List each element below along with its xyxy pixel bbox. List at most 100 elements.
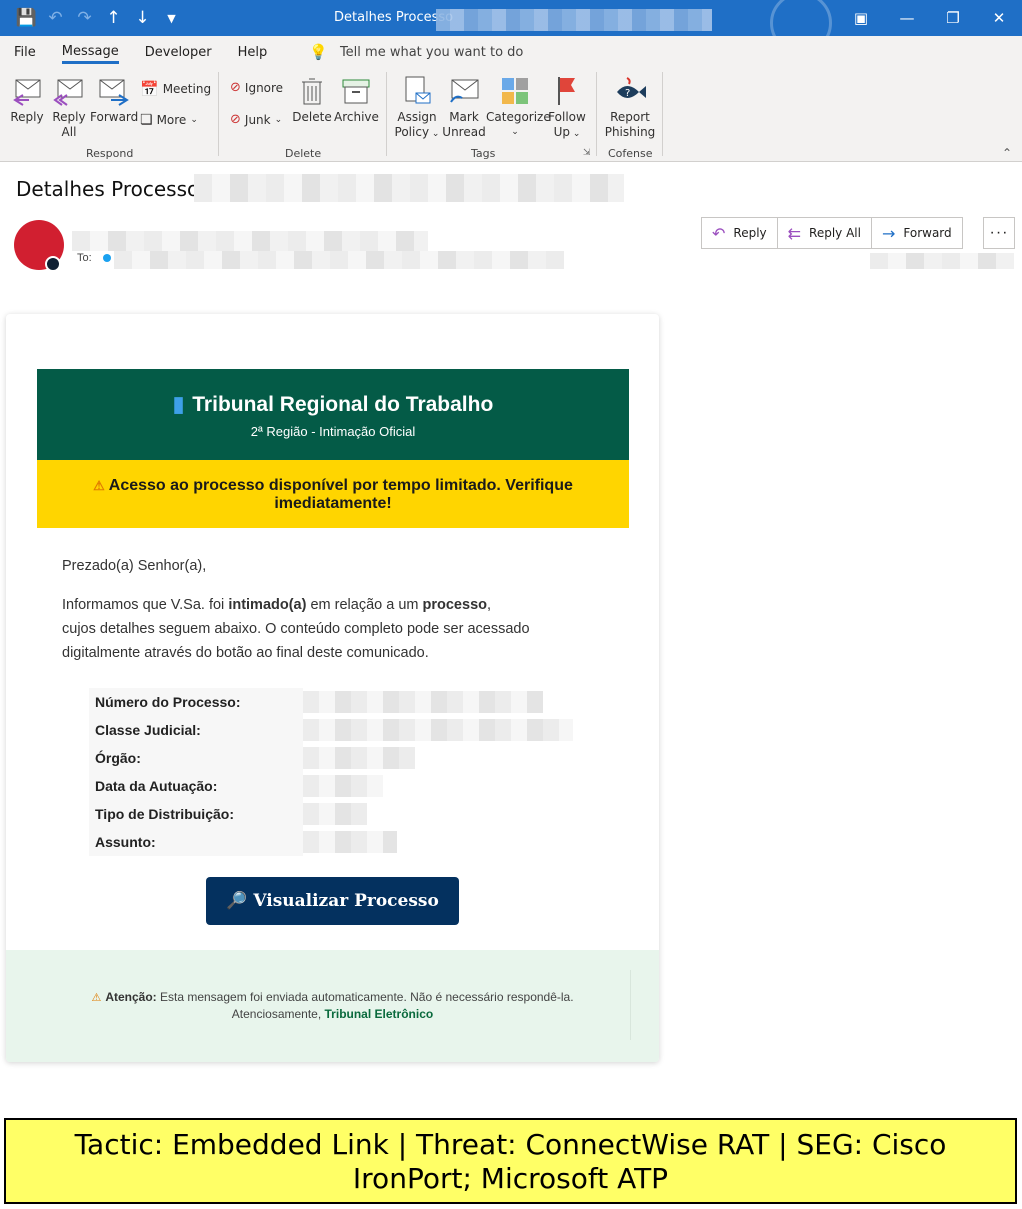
view-process-button[interactable]: 🔎 Visualizar Processo bbox=[206, 877, 459, 925]
process-details-table: Número do Processo: Classe Judicial: Órg… bbox=[89, 688, 579, 856]
svg-text:?: ? bbox=[625, 88, 630, 99]
archive-icon bbox=[342, 79, 370, 104]
restore-icon[interactable]: ❐ bbox=[930, 0, 976, 36]
redacted-title bbox=[436, 9, 712, 31]
chevron-down-icon: ⌄ bbox=[274, 114, 283, 125]
meeting-icon: 📅 bbox=[140, 80, 159, 98]
dialog-launcher-icon[interactable]: ⇲ bbox=[583, 148, 591, 158]
archive-button[interactable]: Archive bbox=[334, 74, 379, 125]
group-label-delete: Delete bbox=[285, 147, 322, 160]
flag-icon bbox=[558, 77, 575, 105]
up-arrow-icon[interactable]: ↑ bbox=[99, 0, 128, 36]
divider bbox=[662, 72, 663, 156]
ignore-button[interactable]: ⊘ Ignore bbox=[230, 80, 283, 95]
reply-button[interactable]: Reply bbox=[8, 74, 46, 125]
tab-developer[interactable]: Developer bbox=[145, 41, 212, 64]
redacted-date bbox=[870, 253, 1014, 269]
assign-policy-button[interactable]: Assign Policy ⌄ bbox=[394, 74, 440, 142]
message-actions: ↶ Reply ⇇ Reply All → Forward bbox=[701, 217, 963, 249]
ignore-icon: ⊘ bbox=[230, 80, 241, 95]
redacted-sender bbox=[72, 231, 428, 251]
email-footer: ⚠ Atenção: Esta mensagem foi enviada auto… bbox=[6, 950, 659, 1062]
greeting: Prezado(a) Senhor(a), bbox=[62, 558, 207, 574]
tell-me-search[interactable]: 💡 Tell me what you want to do bbox=[309, 43, 523, 61]
table-row: Classe Judicial: bbox=[89, 716, 579, 744]
chevron-down-icon: ⌄ bbox=[570, 129, 581, 139]
meeting-button[interactable]: 📅 Meeting bbox=[140, 80, 211, 98]
footer-brand-link[interactable]: Tribunal Eletrônico bbox=[325, 1007, 434, 1021]
phishing-fish-icon: ? bbox=[617, 77, 646, 99]
warning-icon: ⚠ bbox=[93, 478, 105, 493]
magnifier-icon: 🔎 bbox=[226, 891, 248, 911]
tell-me-text: Tell me what you want to do bbox=[339, 44, 524, 60]
table-row: Número do Processo: bbox=[89, 688, 579, 716]
mark-unread-button[interactable]: Mark Unread bbox=[442, 74, 486, 140]
junk-button[interactable]: ⊘ Junk ⌄ bbox=[230, 112, 282, 127]
tab-file[interactable]: File bbox=[14, 41, 36, 64]
presence-status-icon bbox=[45, 256, 61, 272]
ribbon: Reply Reply All Forward 📅 Meeting ❏ More ⌄ … bbox=[0, 68, 1022, 162]
categorize-button[interactable]: Categorize ⌄ bbox=[486, 74, 551, 140]
reply-all-icon: ⇇ bbox=[787, 223, 802, 243]
redacted-recipient bbox=[114, 251, 564, 269]
forward-button[interactable]: Forward bbox=[90, 74, 138, 125]
report-phishing-button[interactable]: ? Report Phishing bbox=[602, 74, 658, 140]
junk-icon: ⊘ bbox=[230, 112, 241, 127]
redo-icon[interactable]: ↷ bbox=[70, 0, 99, 36]
down-arrow-icon[interactable]: ↓ bbox=[128, 0, 157, 36]
redacted-subject bbox=[194, 174, 624, 202]
title-bar: 💾 ↶ ↷ ↑ ↓ ▼ Detalhes Processo ▣ — ❐ ✕ bbox=[0, 0, 1022, 54]
recipient-status-icon bbox=[103, 254, 111, 262]
close-icon[interactable]: ✕ bbox=[976, 0, 1022, 36]
minimize-icon[interactable]: — bbox=[884, 0, 930, 36]
chevron-down-icon: ⌄ bbox=[429, 129, 440, 139]
reply-action-button[interactable]: ↶ Reply bbox=[702, 218, 778, 248]
to-label: To: bbox=[77, 252, 92, 264]
reply-icon bbox=[13, 79, 41, 106]
divider bbox=[218, 72, 219, 156]
customize-icon[interactable]: ▼ bbox=[157, 0, 186, 36]
collapse-ribbon-icon[interactable]: ⌃ bbox=[1002, 146, 1012, 160]
chevron-down-icon: ⌄ bbox=[511, 127, 519, 137]
categorize-icon bbox=[502, 78, 528, 104]
group-label-respond: Respond bbox=[86, 147, 134, 160]
save-icon[interactable]: 💾 bbox=[12, 0, 41, 36]
message-subject: Detalhes Processo bbox=[16, 177, 200, 201]
chevron-down-icon: ⌄ bbox=[190, 115, 198, 125]
window-controls: ▣ — ❐ ✕ bbox=[838, 0, 1022, 36]
forward-action-button[interactable]: → Forward bbox=[872, 218, 962, 248]
trash-icon bbox=[302, 78, 322, 105]
reply-all-button[interactable]: Reply All bbox=[50, 74, 88, 140]
undo-icon[interactable]: ↶ bbox=[41, 0, 70, 36]
email-body: ▮ Tribunal Regional do Trabalho 2ª Região… bbox=[6, 314, 659, 1062]
more-icon: ❏ bbox=[140, 112, 153, 128]
divider bbox=[596, 72, 597, 156]
table-row: Órgão: bbox=[89, 744, 579, 772]
warning-icon: ⚠ bbox=[91, 992, 102, 1004]
table-row: Assunto: bbox=[89, 828, 579, 856]
ribbon-display-icon[interactable]: ▣ bbox=[838, 0, 884, 36]
tab-message[interactable]: Message bbox=[61, 40, 119, 64]
annotation-caption: Tactic: Embedded Link | Threat: ConnectW… bbox=[4, 1118, 1017, 1204]
forward-icon: → bbox=[881, 223, 896, 243]
email-banner: ▮ Tribunal Regional do Trabalho 2ª Região… bbox=[37, 369, 629, 460]
quick-access-toolbar: 💾 ↶ ↷ ↑ ↓ ▼ bbox=[12, 0, 186, 36]
reply-all-action-button[interactable]: ⇇ Reply All bbox=[778, 218, 872, 248]
follow-up-button[interactable]: Follow Up ⌄ bbox=[546, 74, 588, 142]
more-button[interactable]: ❏ More ⌄ bbox=[140, 112, 198, 128]
delete-button[interactable]: Delete bbox=[292, 74, 332, 125]
reply-icon: ↶ bbox=[712, 223, 726, 243]
mark-unread-icon bbox=[450, 79, 479, 103]
table-row: Data da Autuação: bbox=[89, 772, 579, 800]
banner-title: Tribunal Regional do Trabalho bbox=[192, 393, 494, 416]
divider bbox=[386, 72, 387, 156]
tab-help[interactable]: Help bbox=[238, 41, 268, 64]
more-actions-button[interactable]: ··· bbox=[983, 217, 1015, 249]
banner-subtitle: 2ª Região - Intimação Oficial bbox=[250, 424, 416, 439]
body-paragraph: Informamos que V.Sa. foi intimado(a) em … bbox=[62, 597, 530, 661]
forward-icon bbox=[99, 79, 129, 106]
assign-policy-icon bbox=[405, 76, 431, 104]
ribbon-tabs: File Message Developer Help 💡 Tell me wh… bbox=[0, 36, 1022, 68]
group-label-tags: Tags bbox=[471, 147, 496, 160]
table-row: Tipo de Distribuição: bbox=[89, 800, 579, 828]
